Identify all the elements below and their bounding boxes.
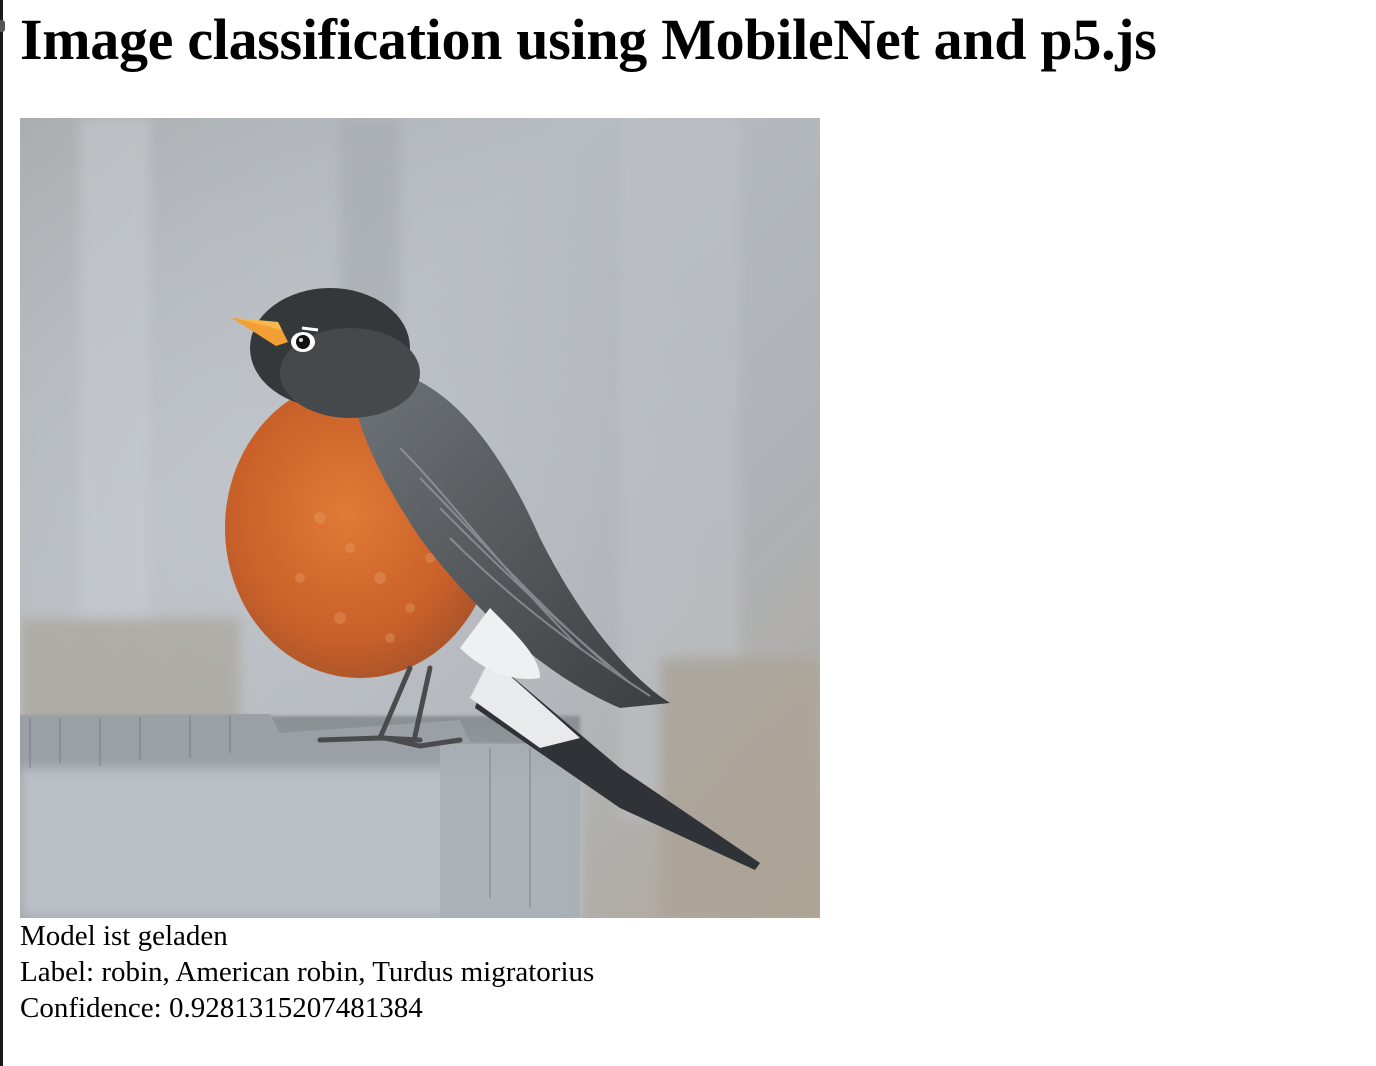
label-text: Label: robin, American robin, Turdus mig… xyxy=(20,956,595,988)
classification-output: Model ist geladen Label: robin, American… xyxy=(20,918,594,1026)
robin-image xyxy=(20,118,820,918)
confidence-text: Confidence: 0.9281315207481384 xyxy=(20,992,423,1024)
model-status-text: Model ist geladen xyxy=(20,920,228,952)
page-title: Image classification using MobileNet and… xyxy=(20,7,1157,72)
window-edge xyxy=(0,0,5,1066)
